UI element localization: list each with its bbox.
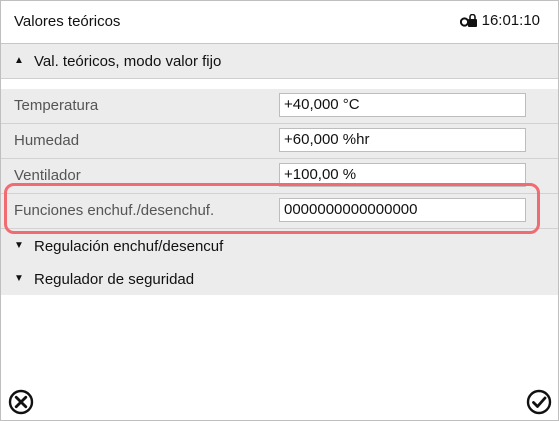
triangle-down-icon: ▼ (14, 273, 24, 284)
humidity-input[interactable]: +60,000 %hr (279, 128, 526, 152)
lock-icon (459, 13, 478, 28)
empty-area (1, 295, 558, 420)
temperature-label: Temperatura (14, 97, 99, 114)
fan-input[interactable]: +100,00 % (279, 163, 526, 187)
section-fixed-mode[interactable]: ▲ Val. teóricos, modo valor fijo (1, 44, 558, 79)
confirm-button[interactable] (526, 389, 552, 415)
setpoint-row-fan: Ventilador +100,00 % (1, 159, 558, 194)
section-safety-controller[interactable]: ▼ Regulador de seguridad (1, 262, 558, 297)
confirm-icon (526, 389, 552, 415)
triangle-up-icon: ▲ (14, 55, 24, 66)
fan-label: Ventilador (14, 167, 81, 184)
switch-functions-label: Funciones enchuf./desenchuf. (14, 202, 215, 219)
clock-time: 16:01:10 (481, 12, 540, 29)
header-status: 16:01:10 (459, 12, 540, 29)
setpoint-row-switch-functions: Funciones enchuf./desenchuf. 00000000000… (1, 194, 558, 229)
triangle-down-icon: ▼ (14, 240, 24, 251)
section-switch-regulation-label: Regulación enchuf/desencuf (34, 237, 224, 255)
temperature-input[interactable]: +40,000 °C (279, 93, 526, 117)
switch-functions-input[interactable]: 0000000000000000 (279, 198, 526, 222)
header-bar: Valores teóricos 16:01:10 (1, 1, 558, 44)
humidity-label: Humedad (14, 132, 80, 149)
setpoint-row-humidity: Humedad +60,000 %hr (1, 124, 558, 159)
section-switch-regulation[interactable]: ▼ Regulación enchuf/desencuf (1, 229, 558, 264)
window-frame: Valores teóricos 16:01:10 ▲ Val. teórico… (0, 0, 559, 421)
setpoint-row-temperature: Temperatura +40,000 °C (1, 89, 558, 124)
cancel-button[interactable] (8, 389, 34, 415)
page-title: Valores teóricos (14, 13, 121, 30)
section-safety-controller-label: Regulador de seguridad (34, 270, 195, 288)
section-fixed-mode-label: Val. teóricos, modo valor fijo (34, 52, 222, 70)
cancel-icon (8, 389, 34, 415)
